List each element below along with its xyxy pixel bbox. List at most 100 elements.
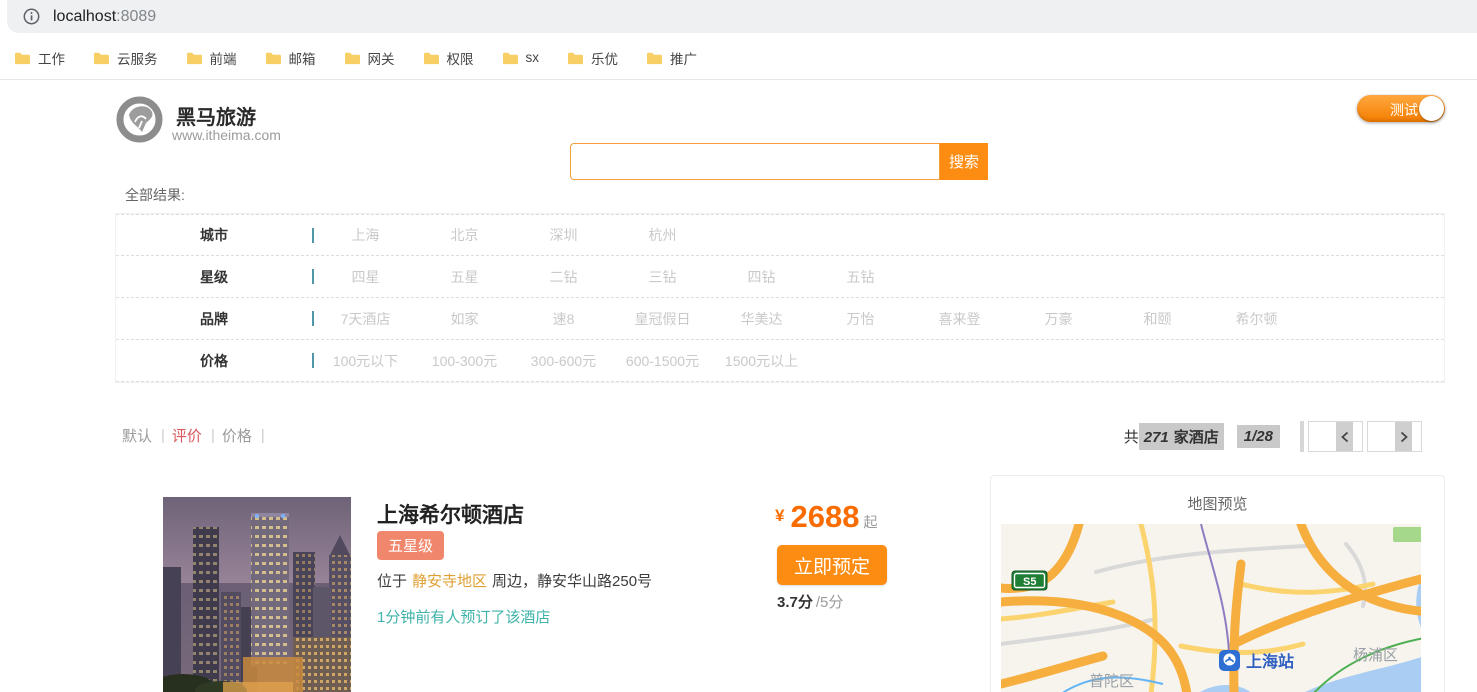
- folder-icon: [344, 51, 360, 65]
- sort-separator: |: [211, 427, 215, 444]
- prev-page-button[interactable]: [1308, 421, 1363, 452]
- location-area-link[interactable]: 静安寺地区: [412, 573, 487, 590]
- sort-bar: 默认 | 评价 | 价格 | 共 271家酒店 1/28: [0, 419, 1477, 455]
- filter-option[interactable]: 100-300元: [415, 351, 514, 371]
- bookmark-item-leyou[interactable]: 乐优: [567, 48, 618, 68]
- filter-label: 城市: [116, 225, 312, 245]
- filter-divider: [312, 269, 314, 284]
- hotel-name[interactable]: 上海希尔顿酒店: [377, 499, 524, 529]
- map-preview-panel: 地图预览: [990, 475, 1445, 692]
- filter-option[interactable]: 四钻: [712, 267, 811, 287]
- sort-options: 默认 | 评价 | 价格 |: [122, 425, 272, 446]
- price-suffix: 起: [863, 514, 877, 530]
- bookmark-label: 权限: [447, 48, 474, 68]
- district-label-putuo: 普陀区: [1089, 673, 1134, 690]
- site-name: 黑马旅游: [176, 101, 256, 130]
- filter-label: 价格: [116, 351, 312, 371]
- filter-label: 品牌: [116, 309, 312, 329]
- filter-option[interactable]: 四星: [316, 267, 415, 287]
- bookmark-item-promo[interactable]: 推广: [646, 48, 697, 68]
- filter-option[interactable]: 喜来登: [910, 309, 1009, 329]
- site-url: www.itheima.com: [172, 127, 281, 143]
- filter-option[interactable]: 万怡: [811, 309, 910, 329]
- filter-option[interactable]: 五钻: [811, 267, 910, 287]
- filter-row-brand: 品牌 7天酒店 如家 速8 皇冠假日 华美达 万怡 喜来登 万豪 和颐 希尔顿: [116, 298, 1444, 340]
- test-toggle-switch[interactable]: 测试: [1357, 95, 1445, 122]
- folder-icon: [502, 51, 518, 65]
- folder-icon: [567, 51, 583, 65]
- toggle-label: 测试: [1390, 100, 1418, 120]
- chevron-right-icon: [1395, 422, 1412, 451]
- filter-option[interactable]: 三钻: [613, 267, 712, 287]
- bookmark-item-work[interactable]: 工作: [14, 48, 65, 68]
- hotel-price: ¥2688起: [775, 499, 877, 535]
- bookmark-label: sx: [526, 50, 540, 65]
- bookmark-label: 工作: [38, 48, 65, 68]
- filter-option[interactable]: 300-600元: [514, 351, 613, 371]
- bookmarks-bar: 工作 云服务 前端 邮箱 网关 权限 sx 乐优 推广: [0, 36, 1477, 80]
- info-icon[interactable]: [23, 8, 40, 25]
- filter-option[interactable]: 7天酒店: [316, 309, 415, 329]
- bookmark-item-sx[interactable]: sx: [502, 50, 540, 65]
- page-indicator: 1/28: [1237, 425, 1280, 448]
- highway-label: S5: [1023, 576, 1036, 588]
- station-label: 上海站: [1246, 652, 1294, 671]
- toggle-knob: [1419, 96, 1444, 121]
- sort-option-price[interactable]: 价格: [222, 425, 252, 446]
- filter-option[interactable]: 华美达: [712, 309, 811, 329]
- filter-option[interactable]: 万豪: [1009, 309, 1108, 329]
- results-label: 全部结果:: [125, 185, 185, 205]
- filter-option[interactable]: 五星: [415, 267, 514, 287]
- filter-option[interactable]: 上海: [316, 225, 415, 245]
- bookmark-item-auth[interactable]: 权限: [423, 48, 474, 68]
- bookmark-item-mail[interactable]: 邮箱: [265, 48, 316, 68]
- bookmark-label: 网关: [368, 48, 395, 68]
- folder-icon: [646, 51, 662, 65]
- filter-divider: [312, 228, 314, 243]
- filter-option[interactable]: 北京: [415, 225, 514, 245]
- folder-icon: [186, 51, 202, 65]
- search-button[interactable]: 搜索: [940, 143, 988, 180]
- sort-separator: |: [261, 427, 265, 444]
- sort-option-default[interactable]: 默认: [122, 425, 152, 446]
- filter-option[interactable]: 深圳: [514, 225, 613, 245]
- recent-booking-notice: 1分钟前有人预订了该酒店: [377, 606, 550, 627]
- map-canvas[interactable]: S5 上海站 杨浦区 普陀区: [1001, 524, 1436, 692]
- bookmark-item-cloud[interactable]: 云服务: [93, 48, 158, 68]
- pagination: 共 271家酒店 1/28: [1124, 421, 1422, 452]
- bookmark-item-gateway[interactable]: 网关: [344, 48, 395, 68]
- filter-option[interactable]: 1500元以上: [712, 351, 811, 371]
- hotel-star-badge: 五星级: [377, 531, 444, 560]
- chevron-left-icon: [1336, 422, 1353, 451]
- filter-option[interactable]: 如家: [415, 309, 514, 329]
- url-port: :8089: [116, 8, 156, 25]
- folder-icon: [265, 51, 281, 65]
- bookmark-label: 乐优: [591, 48, 618, 68]
- filter-row-city: 城市 上海 北京 深圳 杭州: [116, 214, 1444, 256]
- total-unit: 家酒店: [1174, 429, 1219, 446]
- book-now-button[interactable]: 立即预定: [777, 545, 887, 585]
- filter-option[interactable]: 希尔顿: [1207, 309, 1306, 329]
- location-rest: 周边，静安华山路250号: [492, 573, 652, 590]
- map-title: 地图预览: [991, 476, 1444, 514]
- next-page-button[interactable]: [1367, 421, 1422, 452]
- filter-option[interactable]: 100元以下: [316, 351, 415, 371]
- filter-option[interactable]: 600-1500元: [613, 351, 712, 371]
- hotel-photo[interactable]: [163, 497, 351, 692]
- sort-separator: |: [161, 427, 165, 444]
- total-prefix: 共: [1124, 426, 1139, 447]
- hotel-location: 位于静安寺地区周边，静安华山路250号: [377, 570, 652, 591]
- filter-label: 星级: [116, 267, 312, 287]
- location-prefix: 位于: [377, 573, 407, 590]
- filter-option[interactable]: 速8: [514, 309, 613, 329]
- folder-icon: [14, 51, 30, 65]
- filter-option[interactable]: 二钻: [514, 267, 613, 287]
- search-input[interactable]: [570, 143, 940, 180]
- sort-option-rating[interactable]: 评价: [172, 425, 202, 446]
- bookmark-item-frontend[interactable]: 前端: [186, 48, 237, 68]
- filter-option[interactable]: 和颐: [1108, 309, 1207, 329]
- filter-option[interactable]: 皇冠假日: [613, 309, 712, 329]
- filter-option[interactable]: 杭州: [613, 225, 712, 245]
- browser-address-bar[interactable]: localhost:8089: [7, 0, 1477, 33]
- district-label-yangpu: 杨浦区: [1353, 647, 1398, 664]
